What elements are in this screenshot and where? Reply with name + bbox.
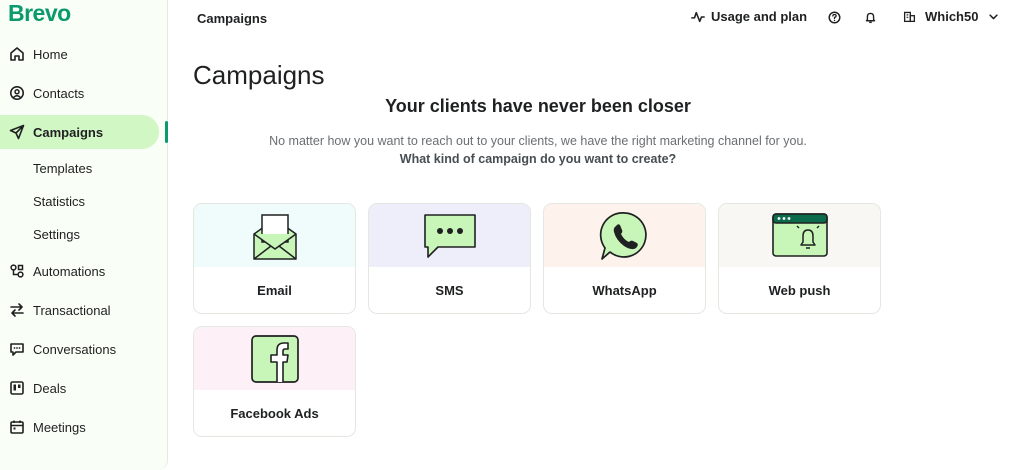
sidebar-item-home[interactable]: Home xyxy=(0,37,160,71)
sidebar-item-meetings[interactable]: Meetings xyxy=(0,410,160,444)
hero-question: What kind of campaign do you want to cre… xyxy=(399,152,677,166)
bell-icon xyxy=(865,12,876,24)
activity-icon xyxy=(691,11,705,22)
card-illustration xyxy=(194,327,355,390)
help-button[interactable] xyxy=(828,11,841,24)
home-icon xyxy=(10,47,24,61)
sidebar-item-campaigns[interactable]: Campaigns xyxy=(0,115,159,149)
topbar-title: Campaigns xyxy=(197,11,268,26)
brevo-logo[interactable]: Brevo xyxy=(8,0,71,27)
browser-bell-icon xyxy=(771,212,828,257)
sidebar-item-transactional[interactable]: Transactional xyxy=(0,293,160,327)
sidebar-item-label: Transactional xyxy=(33,302,111,318)
building-icon xyxy=(903,11,916,23)
card-label: Web push xyxy=(768,283,831,298)
facebook-icon xyxy=(250,334,299,383)
campaign-card-sms[interactable]: SMS xyxy=(368,203,531,314)
kanban-icon xyxy=(10,381,24,395)
card-illustration xyxy=(369,204,530,267)
card-illustration xyxy=(719,204,880,267)
sidebar-item-label: Automations xyxy=(33,263,106,279)
transfer-arrows-icon xyxy=(10,303,24,317)
help-icon xyxy=(828,11,841,24)
chevron-down-icon xyxy=(989,14,999,20)
card-label: Facebook Ads xyxy=(230,406,319,421)
sidebar-subitem-statistics[interactable]: Statistics xyxy=(33,194,85,209)
whatsapp-icon xyxy=(599,211,647,260)
sidebar-item-label: Conversations xyxy=(33,341,117,357)
campaign-card-facebook-ads[interactable]: Facebook Ads xyxy=(193,326,356,437)
usage-and-plan-label: Usage and plan xyxy=(711,9,808,24)
sidebar-item-label: Meetings xyxy=(33,419,86,435)
sidebar-item-contacts[interactable]: Contacts xyxy=(0,76,160,110)
sidebar-subitem-templates[interactable]: Templates xyxy=(33,161,92,176)
card-label: WhatsApp xyxy=(592,283,657,298)
sidebar-item-conversations[interactable]: Conversations xyxy=(0,332,160,366)
sidebar-item-label: Contacts xyxy=(33,85,85,101)
paper-plane-icon xyxy=(9,124,25,140)
sidebar-item-automations[interactable]: Automations xyxy=(0,254,160,288)
active-indicator xyxy=(165,121,168,143)
sidebar-item-deals[interactable]: Deals xyxy=(0,371,160,405)
campaign-card-email[interactable]: Email xyxy=(193,203,356,314)
card-label: SMS xyxy=(435,283,464,298)
card-label: Email xyxy=(257,283,292,298)
card-illustration xyxy=(194,204,355,267)
sidebar-item-label: Campaigns xyxy=(33,124,104,140)
hero-title: Your clients have never been closer xyxy=(385,96,691,116)
calendar-icon xyxy=(10,420,24,434)
card-illustration xyxy=(544,204,705,267)
notifications-button[interactable] xyxy=(864,11,877,24)
sidebar-item-label: Deals xyxy=(33,380,67,396)
chat-icon xyxy=(10,343,24,356)
campaign-card-whatsapp[interactable]: WhatsApp xyxy=(543,203,706,314)
page-title: Campaigns xyxy=(193,60,325,90)
contacts-icon xyxy=(10,86,24,100)
automation-icon xyxy=(10,264,24,278)
campaign-card-web-push[interactable]: Web push xyxy=(718,203,881,314)
hero-subtitle: No matter how you want to reach out to y… xyxy=(269,134,807,148)
account-menu[interactable]: Which50 xyxy=(903,9,999,24)
usage-and-plan-button[interactable]: Usage and plan xyxy=(691,9,807,24)
sidebar-item-label: Home xyxy=(33,46,68,62)
envelope-icon xyxy=(252,213,297,260)
sms-bubble-icon xyxy=(423,213,476,258)
hero-subtitle-block: No matter how you want to reach out to y… xyxy=(193,132,883,168)
sidebar-subitem-settings[interactable]: Settings xyxy=(33,227,80,242)
account-name: Which50 xyxy=(925,9,979,24)
sidebar: Brevo Home Contacts Campaigns Templates … xyxy=(0,0,168,470)
